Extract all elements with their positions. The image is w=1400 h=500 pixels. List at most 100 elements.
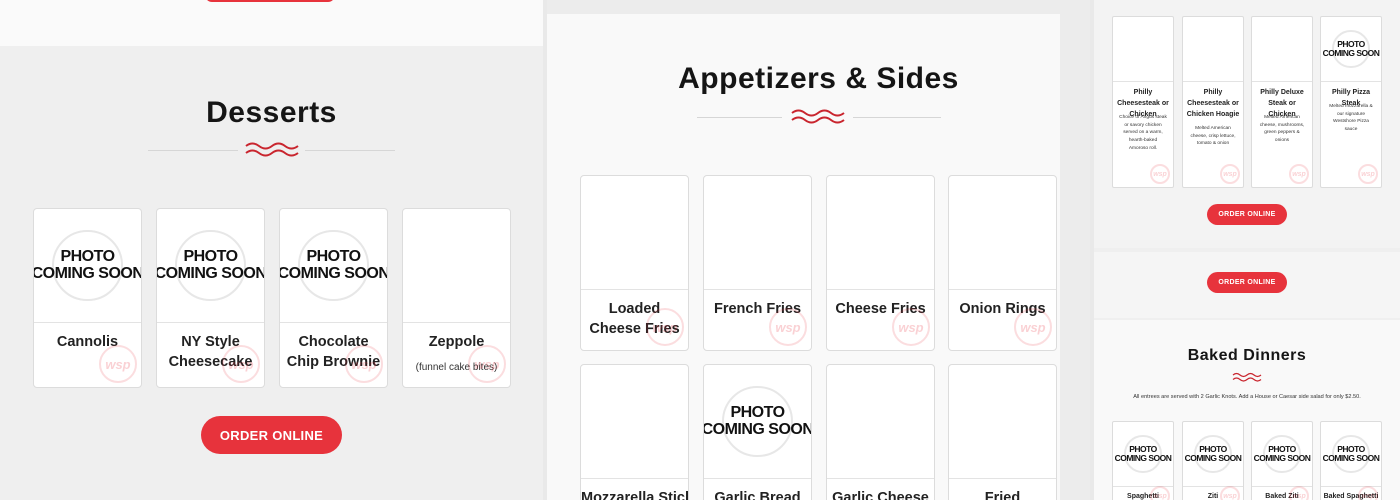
item-image: PHOTO COMING SOON [1321, 422, 1381, 487]
divider-right [853, 117, 941, 118]
item-image [827, 176, 934, 290]
menu-item-card[interactable]: PHOTO COMING SOON Ziti wsp [1182, 421, 1244, 500]
item-image: PHOTO COMING SOON [280, 209, 387, 323]
wsp-watermark-logo: wsp [1358, 164, 1378, 184]
placeholder-line-1: PHOTO [730, 403, 785, 421]
wsp-watermark-logo: wsp [646, 308, 684, 346]
item-description: Melted American cheese, crisp lettuce, t… [1190, 126, 1236, 147]
placeholder-line-1: PHOTO [306, 247, 361, 265]
wsp-watermark-logo: wsp [99, 345, 137, 383]
item-image [581, 365, 688, 479]
item-image: PHOTO COMING SOON [1252, 422, 1312, 487]
wsp-watermark-logo: wsp [1289, 164, 1309, 184]
placeholder-line-2: COMING SOON [703, 420, 812, 438]
section-title-baked: Baked Dinners [1187, 347, 1307, 364]
item-name: Philly Cheesesteak or Chicken Hoagie [1186, 89, 1240, 118]
wave-divider-icon [791, 109, 845, 124]
order-online-button-philly[interactable]: ORDER ONLINE [1207, 204, 1287, 225]
menu-item-card[interactable]: PHOTO COMING SOON Spaghetti wsp [1112, 421, 1174, 500]
item-name: Garlic Cheese [832, 490, 929, 500]
placeholder-line-2: COMING SOON [1322, 48, 1380, 58]
menu-item-card[interactable]: French Fries wsp [703, 175, 812, 351]
menu-item-card[interactable]: Fried [948, 364, 1057, 500]
photo-coming-soon-placeholder: PHOTO COMING SOON [1253, 435, 1311, 473]
placeholder-line-2: COMING SOON [156, 264, 265, 282]
photo-coming-soon-placeholder: PHOTO COMING SOON [1184, 435, 1242, 473]
menu-item-card[interactable]: Cheese Fries wsp [826, 175, 935, 351]
wsp-watermark-logo: wsp [1014, 308, 1052, 346]
divider-left [697, 117, 782, 118]
item-image [827, 365, 934, 479]
photo-coming-soon-placeholder: PHOTO COMING SOON [1114, 435, 1172, 473]
placeholder-line-2: COMING SOON [33, 264, 142, 282]
wsp-watermark-logo: wsp [1289, 486, 1309, 500]
photo-coming-soon-placeholder: PHOTO COMING SOON [1322, 435, 1380, 473]
item-name: Garlic Bread [714, 490, 801, 500]
menu-item-card[interactable]: PHOTO COMING SOON Philly Pizza Steak Melted… [1320, 16, 1382, 188]
menu-item-card[interactable]: PHOTO COMING SOON Baked Spaghetti wsp [1320, 421, 1382, 500]
item-image [949, 176, 1056, 290]
placeholder-line-2: COMING SOON [1114, 453, 1172, 463]
photo-coming-soon-placeholder: PHOTO COMING SOON [1322, 30, 1380, 68]
item-image: PHOTO COMING SOON [157, 209, 264, 323]
desserts-panel: Desserts PHOTO COMING SOON Cannolis wsp PHOT… [0, 0, 543, 500]
wsp-watermark-logo: wsp [1150, 164, 1170, 184]
section-title-desserts: Desserts [206, 96, 337, 129]
placeholder-line-1: PHOTO [60, 247, 115, 265]
menu-item-card[interactable]: Loaded Cheese Fries wsp [580, 175, 689, 351]
item-image: PHOTO COMING SOON [34, 209, 141, 323]
placeholder-line-2: COMING SOON [1184, 453, 1242, 463]
baked-note: All entrees are served with 2 Garlic Kno… [1133, 394, 1361, 400]
menu-item-card[interactable]: Zeppole (funnel cake bites) wsp [402, 208, 511, 388]
item-image: PHOTO COMING SOON [704, 365, 811, 479]
wsp-watermark-logo: wsp [769, 308, 807, 346]
item-name: Fried [984, 490, 1021, 500]
order-online-button-2[interactable]: ORDER ONLINE [1207, 272, 1287, 293]
wsp-watermark-logo: wsp [468, 345, 506, 383]
item-image: PHOTO COMING SOON [1113, 422, 1173, 487]
appetizers-panel: Appetizers & Sides Loaded Cheese Fries ws… [547, 0, 1090, 500]
menu-item-card[interactable]: PHOTO COMING SOON Chocolate Chip Brownie ws… [279, 208, 388, 388]
order-online-button[interactable]: ORDER ONLINE [201, 416, 342, 454]
menu-item-card[interactable]: Philly Deluxe Steak or Chicken Melted Ame… [1251, 16, 1313, 188]
wsp-watermark-logo: wsp [1220, 164, 1240, 184]
item-image [1252, 17, 1312, 82]
photo-coming-soon-placeholder: PHOTO COMING SOON [33, 230, 142, 301]
wave-divider-icon [245, 142, 299, 157]
menu-item-card[interactable]: PHOTO COMING SOON Cannolis wsp [33, 208, 142, 388]
placeholder-line-1: PHOTO [183, 247, 238, 265]
item-image [1183, 17, 1243, 82]
menu-item-card[interactable]: Garlic Cheese [826, 364, 935, 500]
wsp-watermark-logo: wsp [892, 308, 930, 346]
menu-item-card[interactable]: PHOTO COMING SOON Baked Ziti wsp [1251, 421, 1313, 500]
menu-item-card[interactable]: PHOTO COMING SOON Garlic Bread [703, 364, 812, 500]
item-image [1113, 17, 1173, 82]
placeholder-line-2: COMING SOON [1253, 453, 1311, 463]
wsp-watermark-logo: wsp [1220, 486, 1240, 500]
item-image: PHOTO COMING SOON [1321, 17, 1381, 82]
menu-item-card[interactable]: Onion Rings wsp [948, 175, 1057, 351]
menu-item-card[interactable]: Philly Cheesesteak or Chicken Hoagie Melt… [1182, 16, 1244, 188]
item-name: Mozzarella Sticks [581, 490, 688, 500]
placeholder-line-2: COMING SOON [279, 264, 388, 282]
order-online-button-top[interactable] [205, 0, 335, 2]
photo-coming-soon-placeholder: PHOTO COMING SOON [279, 230, 388, 301]
menu-item-card[interactable]: PHOTO COMING SOON NY Style Cheesecake wsp [156, 208, 265, 388]
item-description: Melted mozzarella & our signature Westsh… [1329, 104, 1373, 133]
menu-item-card[interactable]: Philly Cheesesteak or Chicken Choice of A… [1112, 16, 1174, 188]
menu-item-card[interactable]: Mozzarella Sticks [580, 364, 689, 500]
item-image [704, 176, 811, 290]
top-strip [0, 0, 543, 46]
item-image [403, 209, 510, 323]
item-description: Melted American cheese, mushrooms, green… [1259, 115, 1305, 144]
section-title-appetizers: Appetizers & Sides [678, 62, 959, 95]
wsp-watermark-logo: wsp [345, 345, 383, 383]
placeholder-line-2: COMING SOON [1322, 453, 1380, 463]
wsp-watermark-logo: wsp [1358, 486, 1378, 500]
item-image [581, 176, 688, 290]
divider-left [148, 150, 238, 151]
philly-panel: Philly Cheesesteak or Chicken Choice of A… [1094, 0, 1400, 500]
item-image [949, 365, 1056, 479]
wave-divider-icon [1232, 372, 1262, 382]
photo-coming-soon-placeholder: PHOTO COMING SOON [703, 386, 812, 457]
